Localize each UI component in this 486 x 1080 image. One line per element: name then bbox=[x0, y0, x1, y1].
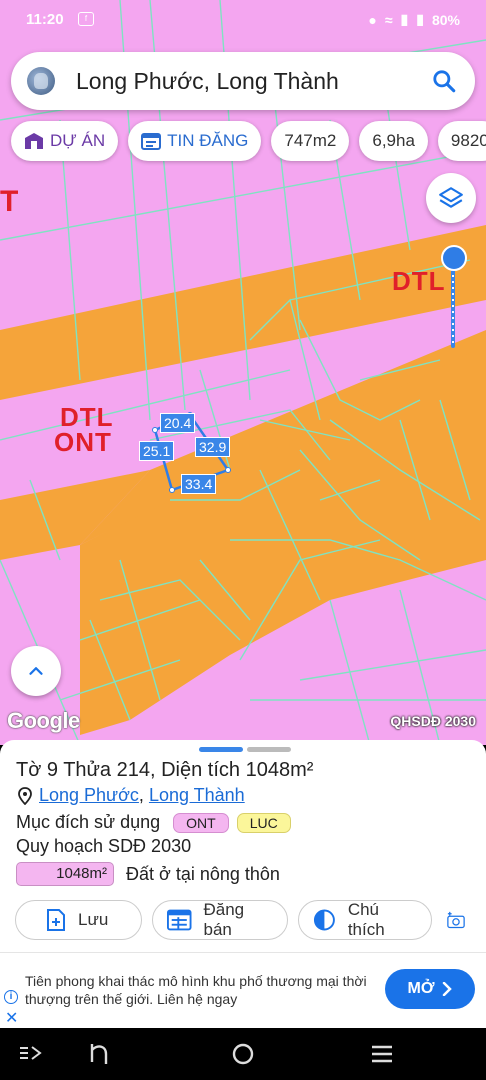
location-pin-icon bbox=[18, 786, 32, 805]
chip-area-747[interactable]: 747m2 bbox=[271, 121, 350, 161]
edge-length-bottom: 33.4 bbox=[181, 474, 217, 494]
post-sale-button[interactable]: Đăng bán bbox=[152, 900, 288, 940]
recent-apps-icon[interactable] bbox=[18, 1044, 42, 1062]
plan-label: Quy hoạch SDĐ 2030 bbox=[16, 836, 192, 856]
avatar[interactable] bbox=[27, 67, 55, 95]
purpose-row: Mục đích sử dụng ONT LUC bbox=[16, 812, 291, 833]
search-icon[interactable] bbox=[431, 68, 457, 94]
chip-area-6-9ha-label: 6,9ha bbox=[372, 131, 415, 150]
status-bar: 11:20 f ● ≈ ▮ ▮ 80% bbox=[0, 0, 486, 40]
zone-label-ont-left: ONT bbox=[54, 427, 112, 457]
facebook-icon: f bbox=[78, 12, 94, 26]
edge-length-right: 32.9 bbox=[195, 437, 231, 457]
filter-chips: DỰ ÁN TIN ĐĂNG 747m2 6,9ha 9820 bbox=[11, 121, 486, 163]
plan-description: Đất ở tại nông thôn bbox=[126, 863, 280, 884]
post-sale-label: Đăng bán bbox=[203, 900, 245, 939]
system-nav-bar bbox=[0, 1028, 486, 1080]
chip-projects[interactable]: DỰ ÁN bbox=[11, 121, 119, 161]
map-view[interactable]: DTL DTL ONT T 20.4 32.9 25.1 33.4 11:20 … bbox=[0, 0, 486, 745]
chevron-up-icon bbox=[29, 667, 43, 675]
purpose-label: Mục đích sử dụng bbox=[16, 812, 161, 832]
save-button[interactable]: Lưu bbox=[15, 900, 142, 940]
chip-listings[interactable]: TIN ĐĂNG bbox=[128, 121, 262, 161]
status-icons: ● ≈ ▮ ▮ 80% bbox=[368, 11, 460, 28]
layers-icon bbox=[439, 187, 463, 208]
calendar-icon bbox=[141, 133, 162, 150]
ad-banner[interactable]: i ✕ Tiên phong khai thác mô hình khu phố… bbox=[0, 952, 486, 1028]
zone-label-t-left: T bbox=[0, 185, 19, 218]
zone-label-dtl-right: DTL bbox=[392, 266, 446, 296]
plan-row: 1048m² Đất ở tại nông thôn bbox=[16, 862, 280, 886]
ad-open-label: MỞ bbox=[407, 980, 435, 997]
opacity-slider-ticks bbox=[452, 275, 454, 345]
location-separator: , bbox=[138, 785, 149, 805]
location-icon: ● bbox=[368, 11, 377, 28]
search-input[interactable]: Long Phước, Long Thành bbox=[76, 68, 431, 95]
legend-icon bbox=[313, 909, 335, 931]
google-watermark: Google bbox=[7, 708, 80, 733]
layer-name: QHSDĐ 2030 bbox=[390, 713, 476, 729]
wifi-icon: ≈ bbox=[384, 11, 393, 28]
edge-length-left: 25.1 bbox=[139, 441, 175, 461]
add-file-icon bbox=[47, 909, 65, 931]
parcel-info-sheet: Tờ 9 Thửa 214, Diện tích 1048m² Long Phư… bbox=[0, 740, 486, 952]
parcel-location: Long Phước, Long Thành bbox=[17, 785, 245, 806]
status-time: 11:20 bbox=[26, 11, 64, 28]
chevron-right-icon bbox=[443, 982, 453, 996]
battery-level: 80% bbox=[431, 11, 460, 28]
add-photo-button[interactable] bbox=[442, 900, 482, 940]
battery-icon: ▮ bbox=[416, 11, 424, 27]
menu-icon[interactable] bbox=[370, 1044, 394, 1064]
ad-info-icon[interactable]: i bbox=[4, 990, 18, 1004]
action-buttons: Lưu Đăng bán Chú thích bbox=[15, 900, 482, 940]
chip-area-747-label: 747m2 bbox=[284, 131, 337, 150]
map-canvas[interactable] bbox=[0, 0, 486, 745]
commune-link[interactable]: Long Phước bbox=[39, 785, 139, 806]
add-camera-icon bbox=[447, 911, 465, 929]
chip-listings-label: TIN ĐĂNG bbox=[167, 131, 249, 150]
chip-area-6-9ha[interactable]: 6,9ha bbox=[359, 121, 428, 161]
layers-button[interactable] bbox=[426, 173, 476, 223]
ad-open-button[interactable]: MỞ bbox=[385, 969, 475, 1009]
purpose-tag-ont[interactable]: ONT bbox=[173, 812, 229, 833]
home-icon[interactable] bbox=[231, 1042, 255, 1066]
chip-projects-label: DỰ ÁN bbox=[50, 131, 106, 150]
chip-area-9820[interactable]: 9820 bbox=[437, 121, 486, 161]
legend-button[interactable]: Chú thích bbox=[298, 900, 432, 940]
back-icon[interactable] bbox=[88, 1042, 110, 1066]
plan-area: 1048m² bbox=[16, 862, 114, 886]
district-link[interactable]: Long Thành bbox=[149, 785, 245, 806]
listing-icon bbox=[167, 909, 192, 931]
ad-text: Tiên phong khai thác mô hình khu phố thư… bbox=[25, 973, 367, 1007]
save-label: Lưu bbox=[78, 910, 109, 929]
sheet-handle[interactable] bbox=[199, 747, 291, 752]
chip-area-9820-label: 9820 bbox=[450, 131, 486, 150]
building-icon bbox=[25, 133, 43, 149]
ad-close-icon[interactable]: ✕ bbox=[5, 1008, 18, 1028]
signal-icon: ▮ bbox=[400, 11, 409, 27]
expand-up-button[interactable] bbox=[11, 646, 61, 696]
purpose-tag-luc[interactable]: LUC bbox=[236, 812, 291, 833]
parcel-title: Tờ 9 Thửa 214, Diện tích 1048m² bbox=[16, 759, 314, 781]
edge-length-top: 20.4 bbox=[160, 413, 196, 433]
legend-label: Chú thích bbox=[347, 900, 385, 939]
search-bar[interactable]: Long Phước, Long Thành bbox=[11, 52, 475, 110]
opacity-slider-handle[interactable] bbox=[441, 245, 467, 271]
